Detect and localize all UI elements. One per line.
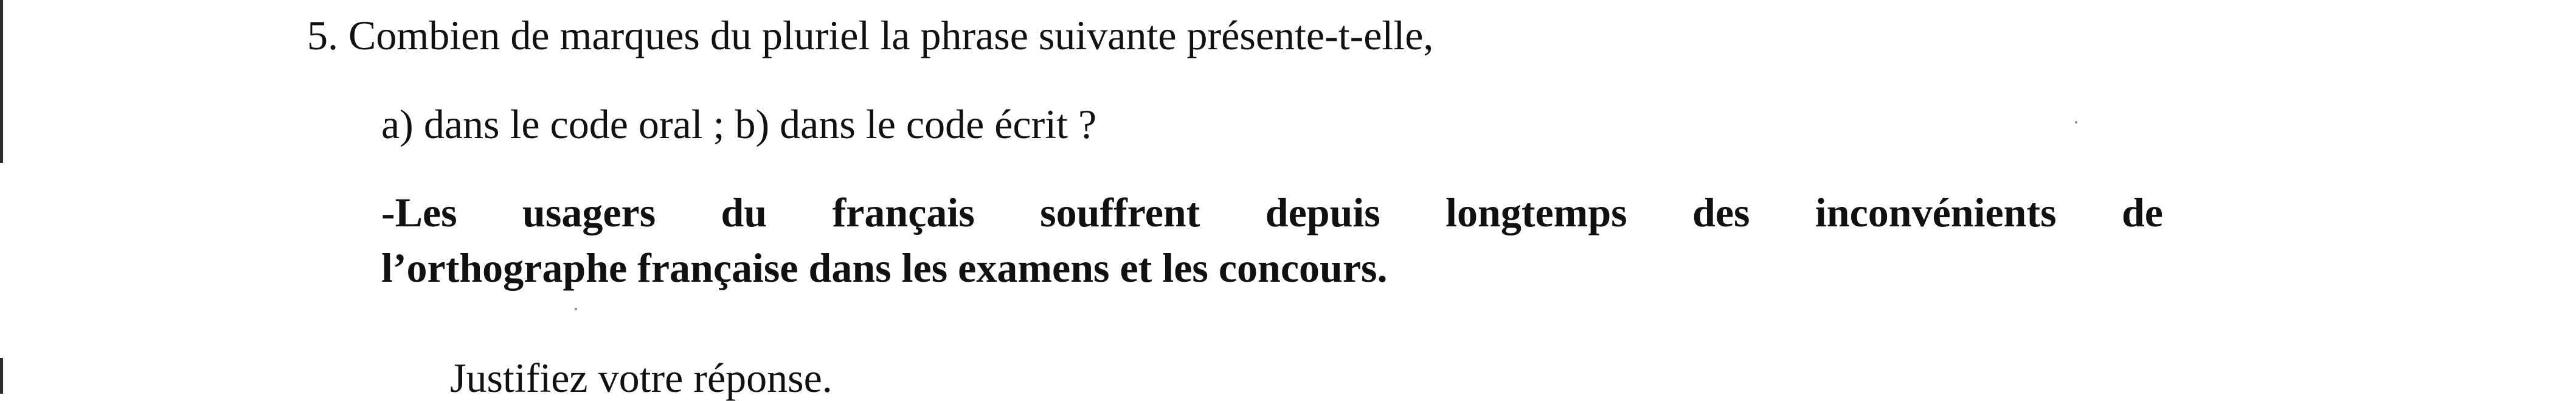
scan-speck bbox=[2075, 121, 2077, 124]
document-page: 5. Combien de marques du pluriel la phra… bbox=[0, 0, 2576, 399]
example-sentence-line-1: -Les usagers du français souffrent depui… bbox=[381, 189, 2163, 235]
question-5: 5. Combien de marques du pluriel la phra… bbox=[307, 15, 1433, 56]
example-sentence-line-2: l’orthographe française dans les examens… bbox=[381, 245, 1388, 291]
question-number: 5. bbox=[307, 12, 338, 58]
subquestion-codes: a) dans le code oral ; b) dans le code é… bbox=[381, 101, 1097, 147]
question-text: Combien de marques du pluriel la phrase … bbox=[348, 12, 1434, 58]
instruction-justify: Justifiez votre réponse. bbox=[450, 355, 833, 401]
scan-speck bbox=[575, 308, 577, 310]
margin-line-bottom bbox=[0, 358, 3, 394]
example-sentence: -Les usagers du français souffrent depui… bbox=[381, 185, 2163, 296]
margin-line-top bbox=[0, 0, 3, 163]
